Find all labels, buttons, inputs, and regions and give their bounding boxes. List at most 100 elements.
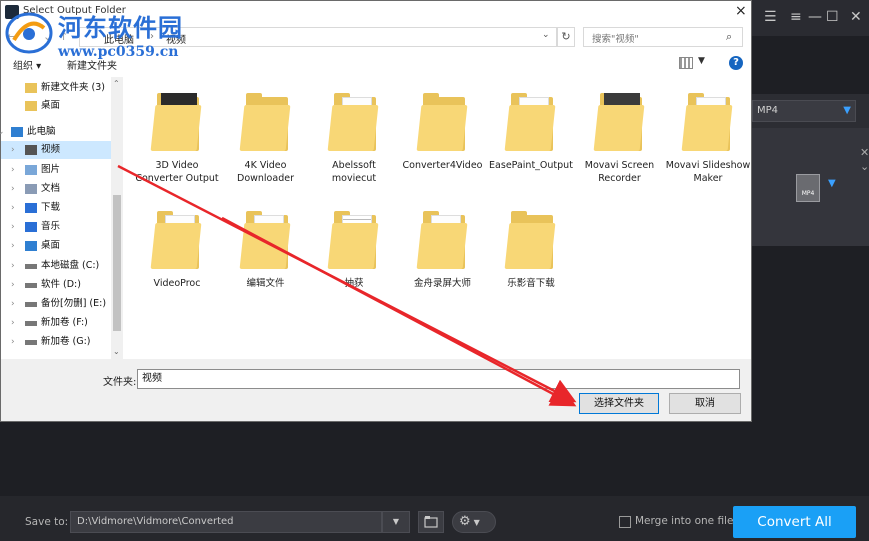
minimize-icon[interactable]: — (808, 8, 822, 26)
chevron-right-icon[interactable]: › (11, 218, 15, 236)
picture-icon (25, 165, 37, 175)
app-close-icon[interactable]: ✕ (850, 8, 862, 26)
convert-all-button[interactable]: Convert All (733, 506, 856, 538)
search-input[interactable]: 搜索"视频" ⌕ (583, 27, 743, 47)
refresh-button[interactable]: ↻ (557, 27, 575, 47)
folder-item-label: Converter4Video (402, 160, 483, 171)
close-icon[interactable]: × (735, 3, 747, 19)
chevron-right-icon[interactable]: › (11, 257, 15, 275)
app-title-bar: ☰ ≡ — ☐ ✕ (752, 0, 869, 36)
nav-scrollbar[interactable]: ⌃ ⌄ (111, 77, 123, 359)
folder-item-label: EasePaint_Output (489, 160, 573, 171)
nav-item-10[interactable]: › 软件 (D:) (1, 276, 111, 294)
search-placeholder: 搜索"视频" (592, 34, 639, 45)
folder-item[interactable]: Movavi Screen Recorder (576, 91, 664, 185)
drive-icon (25, 340, 37, 345)
nav-item-7[interactable]: › 音乐 (1, 218, 111, 236)
collapse-icon[interactable]: ⌄ (860, 160, 869, 173)
organize-button[interactable]: 组织 ▾ (13, 57, 41, 72)
folder-item[interactable]: 乐影音下载 (487, 209, 575, 290)
folder-item[interactable]: EasePaint_Output (487, 91, 575, 172)
folder-icon (25, 101, 37, 111)
save-path-dropdown[interactable]: ▼ (382, 511, 410, 533)
folder-item[interactable]: VideoProc (133, 209, 221, 290)
nav-item-label: 下载 (41, 202, 61, 213)
nav-item-6[interactable]: › 下载 (1, 199, 111, 217)
folder-name-input[interactable]: 视频 (137, 369, 740, 389)
menu-icon[interactable]: ☰ (764, 8, 777, 26)
nav-item-5[interactable]: › 文档 (1, 180, 111, 198)
nav-item-11[interactable]: › 备份[勿删] (E:) (1, 295, 111, 313)
output-format-select[interactable]: MP4 ▼ (752, 100, 856, 122)
folder-item[interactable]: 编辑文件 (222, 209, 310, 290)
chevron-down-icon[interactable]: ▼ (698, 56, 705, 66)
folder-icon (593, 91, 644, 151)
nav-item-13[interactable]: › 新加卷 (G:) (1, 333, 111, 351)
folder-item-label: Movavi Slideshow Maker (665, 160, 751, 184)
hamburger-icon[interactable]: ≡ (790, 8, 802, 26)
nav-item-2[interactable]: ⌄ 此电脑 (0, 123, 97, 141)
view-options-icon[interactable] (679, 57, 693, 69)
folder-item[interactable]: 抽获 (310, 209, 398, 290)
chevron-right-icon[interactable]: › (11, 333, 15, 351)
merge-checkbox[interactable] (619, 516, 631, 528)
select-folder-dialog: Select Output Folder × ← → ⌄ ↑ 此电脑 › 视频 … (0, 0, 752, 422)
chevron-right-icon[interactable]: › (11, 141, 15, 159)
scrollbar-thumb[interactable] (113, 195, 121, 331)
nav-item-8[interactable]: › 桌面 (1, 237, 111, 255)
folder-item[interactable]: 3D Video Converter Output (133, 91, 221, 185)
nav-item-12[interactable]: › 新加卷 (F:) (1, 314, 111, 332)
nav-item-9[interactable]: › 本地磁盘 (C:) (1, 257, 111, 275)
maximize-icon[interactable]: ☐ (826, 8, 839, 26)
folder-item[interactable]: Movavi Slideshow Maker (664, 91, 752, 185)
format-dropdown-icon[interactable]: ▼ (828, 178, 836, 189)
nav-item-label: 此电脑 (27, 126, 56, 137)
mp4-format-icon[interactable]: MP4 (796, 174, 820, 202)
chevron-right-icon[interactable]: › (11, 161, 15, 179)
folder-icon (327, 91, 379, 151)
folder-item[interactable]: Converter4Video (399, 91, 487, 172)
folder-icon (416, 91, 467, 151)
folder-icon (504, 209, 556, 269)
chevron-right-icon[interactable]: › (11, 199, 15, 217)
nav-item-1[interactable]: 桌面 (1, 97, 111, 115)
nav-item-4[interactable]: › 图片 (1, 161, 111, 179)
open-folder-button[interactable] (418, 511, 444, 533)
merge-label: Merge into one file (635, 515, 734, 527)
save-path-input[interactable]: D:\Vidmore\Vidmore\Converted (70, 511, 382, 533)
folder-item-label: 编辑文件 (246, 278, 285, 289)
chevron-right-icon[interactable]: › (11, 180, 15, 198)
nav-item-label: 桌面 (41, 100, 61, 111)
nav-item-label: 文档 (41, 183, 61, 194)
folder-item[interactable]: 金舟录屏大师 (399, 209, 487, 290)
nav-item-0[interactable]: 新建文件夹 (3) (1, 79, 111, 97)
chevron-right-icon[interactable]: › (11, 237, 15, 255)
folder-icon (150, 91, 202, 151)
cancel-button[interactable]: 取消 (669, 393, 741, 414)
gear-icon: ⚙ (459, 514, 471, 529)
settings-button[interactable]: ⚙ ▼ (452, 511, 496, 533)
scroll-up-icon[interactable]: ⌃ (113, 79, 120, 88)
scroll-down-icon[interactable]: ⌄ (113, 347, 120, 356)
help-icon[interactable]: ? (729, 56, 743, 70)
document-icon (25, 184, 37, 194)
nav-item-label: 图片 (41, 164, 61, 175)
nav-item-3[interactable]: › 视频 (1, 141, 111, 159)
nav-item-label: 桌面 (41, 240, 61, 251)
folder-item[interactable]: Abelssoft moviecut (310, 91, 398, 185)
expand-chevron-icon[interactable]: ⌄ (0, 123, 5, 141)
folder-item-label: 乐影音下载 (507, 278, 555, 289)
computer-icon (11, 127, 23, 137)
folder-icon (327, 209, 379, 269)
nav-item-label: 备份[勿删] (E:) (41, 298, 107, 309)
select-folder-button[interactable]: 选择文件夹 (579, 393, 659, 414)
file-list: 3D Video Converter Output 4K Video Downlo… (127, 77, 751, 359)
folder-item[interactable]: 4K Video Downloader (222, 91, 310, 185)
chevron-right-icon[interactable]: › (11, 276, 15, 294)
remove-task-icon[interactable]: ✕ (860, 146, 869, 159)
chevron-right-icon[interactable]: › (11, 314, 15, 332)
chevron-down-icon[interactable]: ⌄ (542, 30, 550, 40)
folder-icon (239, 209, 290, 269)
chevron-right-icon[interactable]: › (11, 295, 15, 313)
navigation-pane: 新建文件夹 (3) 桌面 ⌄ 此电脑 › 视频 › 图片 › 文档 › 下载 › 音乐 › 桌面 › 本地磁盘 (… (0, 77, 125, 359)
